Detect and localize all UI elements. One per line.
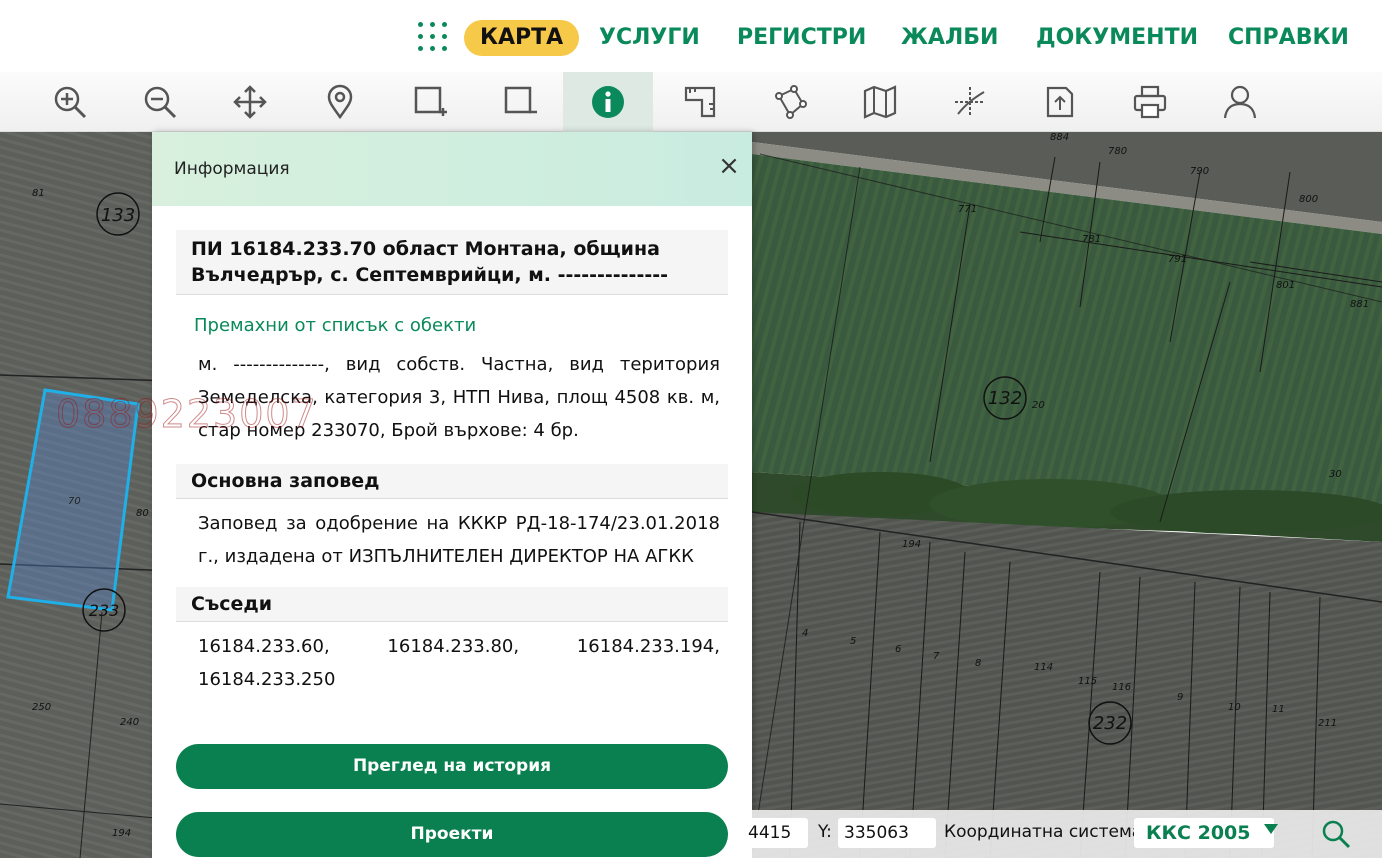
info-panel-header: Информация × bbox=[152, 132, 752, 206]
projects-button[interactable]: Проекти bbox=[176, 812, 728, 857]
parcel-label: 81 bbox=[32, 188, 45, 199]
coordinate-system-label: Координатна система: bbox=[944, 822, 1148, 842]
zoom-out-icon bbox=[144, 86, 177, 119]
neighbor-link[interactable]: 16184.233.80, bbox=[387, 630, 519, 663]
parcel-label: 6 bbox=[895, 644, 901, 655]
info-button[interactable] bbox=[563, 72, 653, 132]
coordinates-bar: 4415 Y: 335063 Координатна система: ККС … bbox=[748, 810, 1382, 858]
neighbor-link[interactable]: 16184.233.60, bbox=[198, 630, 330, 663]
parcel-label: 8 bbox=[975, 658, 981, 669]
x-coordinate-field[interactable]: 4415 bbox=[748, 818, 808, 848]
parcel-label: 4 bbox=[802, 628, 808, 639]
order-heading: Основна заповед bbox=[176, 464, 728, 499]
nav-map[interactable]: КАРТА bbox=[464, 20, 580, 56]
parcel-label: 133 bbox=[101, 205, 135, 226]
parcel-label: 780 bbox=[1108, 146, 1127, 157]
map-layers-button[interactable] bbox=[835, 72, 925, 132]
pan-icon bbox=[233, 85, 267, 119]
draw-polygon-icon bbox=[775, 85, 807, 119]
close-icon[interactable]: × bbox=[718, 153, 740, 179]
nav-services[interactable]: УСЛУГИ bbox=[599, 20, 700, 56]
phone-watermark: 0889223007 bbox=[56, 392, 318, 437]
parcel-label: 800 bbox=[1299, 194, 1318, 205]
parcel-label: 240 bbox=[120, 717, 139, 728]
export-icon bbox=[1046, 86, 1074, 118]
parcel-label: 791 bbox=[1168, 254, 1187, 265]
select-add-button[interactable] bbox=[385, 72, 475, 132]
remove-from-list-link[interactable]: Премахни от списък с обекти bbox=[194, 315, 752, 336]
parcel-label: 232 bbox=[1093, 713, 1127, 734]
zoom-in-icon bbox=[54, 86, 87, 119]
neighbor-link[interactable]: 16184.233.250 bbox=[198, 663, 335, 696]
object-heading: ПИ 16184.233.70 област Монтана, община В… bbox=[176, 230, 728, 295]
top-navigation: КАРТА УСЛУГИ РЕГИСТРИ ЖАЛБИ ДОКУМЕНТИ СП… bbox=[0, 0, 1382, 72]
parcel-label: 211 bbox=[1318, 718, 1337, 729]
map-toolbar bbox=[0, 72, 1382, 132]
parcel-label: 20 bbox=[1032, 400, 1045, 411]
select-remove-icon bbox=[504, 86, 537, 114]
nav-documents[interactable]: ДОКУМЕНТИ bbox=[1036, 20, 1198, 56]
parcel-label: 30 bbox=[1329, 469, 1342, 480]
info-panel: Информация × ПИ 16184.233.70 област Монт… bbox=[152, 132, 752, 858]
parcel-label: 80 bbox=[136, 508, 149, 519]
neighbor-link[interactable]: 16184.233.194, bbox=[577, 630, 720, 663]
parcel-label: 781 bbox=[1082, 234, 1101, 245]
parcel-label: 9 bbox=[1177, 692, 1183, 703]
user-button[interactable] bbox=[1195, 72, 1285, 132]
draw-polygon-button[interactable] bbox=[745, 72, 835, 132]
y-coordinate-field[interactable]: 335063 bbox=[838, 818, 936, 848]
coordinates-button[interactable] bbox=[925, 72, 1015, 132]
neighbors-heading: Съседи bbox=[176, 587, 728, 622]
search-icon[interactable] bbox=[1320, 818, 1352, 850]
history-button[interactable]: Преглед на история bbox=[176, 744, 728, 789]
y-label: Y: bbox=[818, 822, 832, 842]
parcel-label: 884 bbox=[1050, 132, 1069, 143]
chevron-down-icon[interactable] bbox=[1264, 824, 1278, 834]
parcel-label: 115 bbox=[1078, 676, 1097, 687]
parcel-label: 250 bbox=[32, 702, 51, 713]
print-icon bbox=[1133, 85, 1167, 119]
parcel-label: 11 bbox=[1272, 704, 1285, 715]
parcel-label: 801 bbox=[1276, 280, 1295, 291]
parcel-label: 771 bbox=[958, 204, 977, 215]
nav-references[interactable]: СПРАВКИ bbox=[1228, 20, 1349, 56]
info-panel-title: Информация bbox=[174, 159, 290, 179]
nav-registers[interactable]: РЕГИСТРИ bbox=[737, 20, 866, 56]
parcel-label: 114 bbox=[1034, 662, 1053, 673]
parcel-label: 5 bbox=[850, 636, 856, 647]
coordinate-system-select[interactable]: ККС 2005 bbox=[1134, 818, 1274, 848]
parcel-label: 10 bbox=[1228, 702, 1241, 713]
print-button[interactable] bbox=[1105, 72, 1195, 132]
nav-complaints[interactable]: ЖАЛБИ bbox=[901, 20, 998, 56]
parcel-label: 194 bbox=[902, 539, 921, 550]
info-icon bbox=[592, 86, 624, 118]
neighbors-list: 16184.233.60, 16184.233.80, 16184.233.19… bbox=[198, 630, 720, 696]
map-layers-icon bbox=[863, 85, 897, 119]
location-button[interactable] bbox=[295, 72, 385, 132]
coordinates-icon bbox=[955, 87, 985, 117]
location-pin-icon bbox=[327, 84, 353, 120]
pan-button[interactable] bbox=[205, 72, 295, 132]
measure-button[interactable] bbox=[655, 72, 745, 132]
parcel-label: 233 bbox=[89, 601, 120, 620]
order-text: Заповед за одобрение на КККР РД-18-174/2… bbox=[198, 513, 720, 567]
parcel-label: 881 bbox=[1350, 299, 1369, 310]
parcel-label: 790 bbox=[1190, 166, 1209, 177]
select-remove-button[interactable] bbox=[475, 72, 565, 132]
parcel-label: 116 bbox=[1112, 682, 1131, 693]
parcel-label: 132 bbox=[988, 388, 1022, 409]
select-add-icon bbox=[414, 86, 447, 116]
user-icon bbox=[1223, 85, 1257, 119]
zoom-out-button[interactable] bbox=[115, 72, 205, 132]
export-button[interactable] bbox=[1015, 72, 1105, 132]
zoom-in-button[interactable] bbox=[25, 72, 115, 132]
parcel-label: 194 bbox=[112, 828, 131, 839]
parcel-label: 70 bbox=[68, 496, 81, 507]
apps-grid-icon[interactable] bbox=[418, 22, 450, 54]
measure-icon bbox=[684, 86, 716, 118]
parcel-label: 7 bbox=[933, 651, 940, 662]
